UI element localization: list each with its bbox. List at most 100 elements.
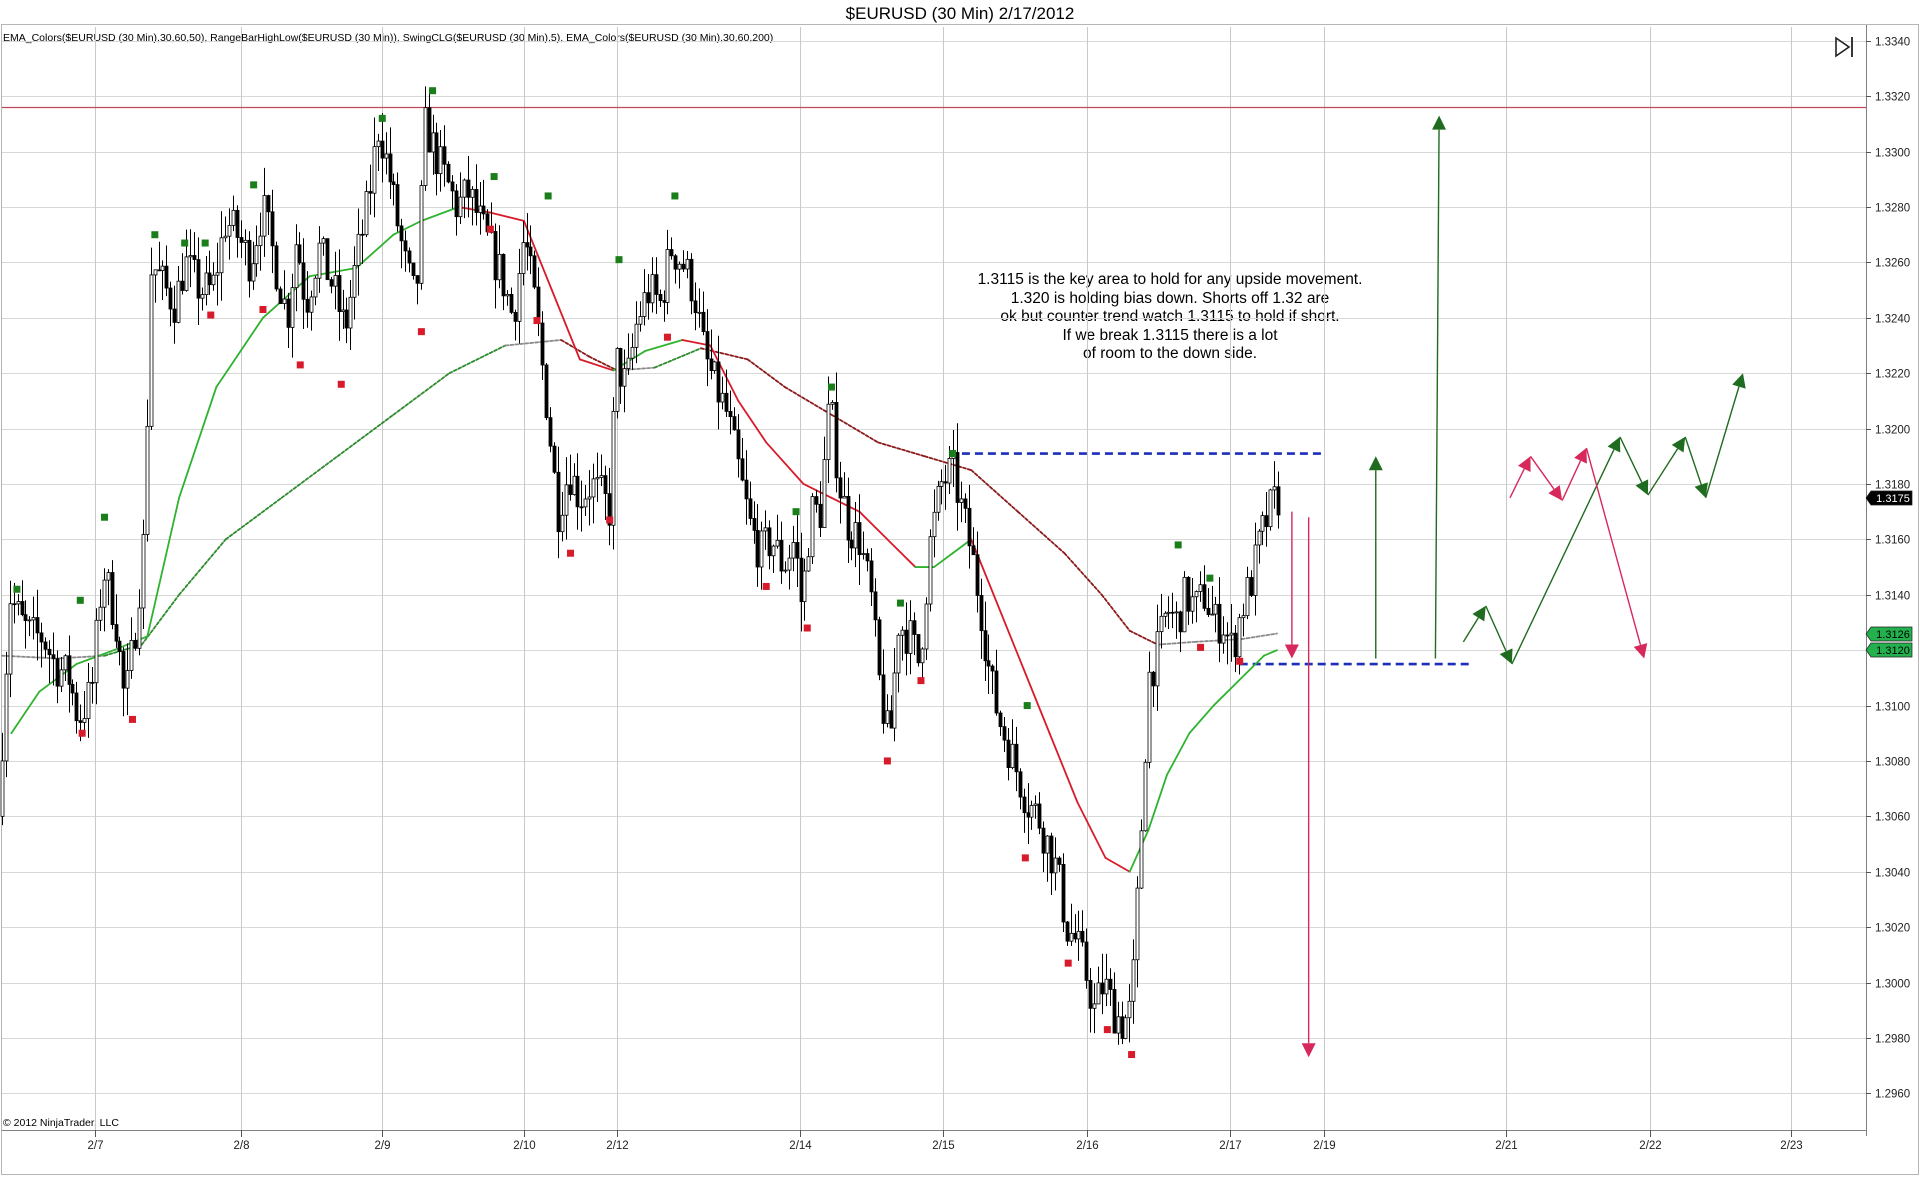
candle-body bbox=[814, 496, 819, 505]
candle-body bbox=[540, 322, 545, 366]
candle-body bbox=[1249, 577, 1254, 596]
candle-body bbox=[1190, 596, 1195, 612]
candle-body bbox=[775, 539, 780, 547]
candle-body bbox=[579, 506, 584, 509]
candle-body bbox=[1065, 921, 1070, 942]
candle-body bbox=[881, 674, 886, 724]
candle-body bbox=[278, 288, 283, 304]
swing-high-marker bbox=[792, 508, 800, 516]
candle-body bbox=[149, 274, 154, 427]
ema200-segment bbox=[280, 455, 339, 499]
swing-low-marker bbox=[259, 306, 267, 314]
ema50-segment bbox=[992, 593, 1023, 665]
candle-body bbox=[438, 146, 443, 175]
candle-body bbox=[1202, 584, 1207, 609]
candle-body bbox=[1213, 603, 1218, 615]
candle-body bbox=[434, 132, 439, 175]
candle-body bbox=[1143, 761, 1148, 832]
swing-high-marker bbox=[378, 114, 386, 122]
arrow-layer bbox=[1284, 115, 1746, 1058]
candle-body bbox=[560, 514, 565, 533]
swing-low-marker bbox=[128, 715, 136, 723]
candle-body bbox=[450, 181, 455, 192]
x-tick-label: 2/22 bbox=[1639, 1140, 1661, 1152]
candle-body bbox=[141, 534, 146, 609]
x-tick-label: 2/17 bbox=[1219, 1140, 1241, 1152]
candle-body bbox=[767, 527, 772, 557]
candle-body bbox=[411, 262, 416, 277]
candle-body bbox=[458, 196, 463, 218]
ema200-segment bbox=[1016, 510, 1066, 555]
candle-body bbox=[1233, 632, 1238, 658]
candle-body bbox=[364, 191, 369, 236]
arrow-line bbox=[1511, 449, 1615, 665]
candle-body bbox=[955, 452, 960, 503]
candle-body bbox=[114, 624, 119, 642]
swing-low-marker bbox=[1236, 657, 1244, 665]
price-chart[interactable]: 1.3340 1.3320 1.3300 1.3280 1.3260 1.3240 1.32… bbox=[0, 0, 1920, 1177]
candle-body bbox=[795, 542, 800, 559]
y-tick-label: 1.3160 bbox=[1875, 535, 1910, 547]
candle-body bbox=[196, 259, 201, 299]
candle-body bbox=[317, 242, 322, 279]
candle-body bbox=[900, 629, 905, 636]
candle-body bbox=[771, 545, 776, 557]
candle-body bbox=[200, 294, 205, 299]
candle-body bbox=[415, 275, 420, 284]
candle-body bbox=[442, 146, 447, 165]
candle-body bbox=[1198, 584, 1203, 592]
grid-layer bbox=[2, 27, 1866, 1130]
candle-body bbox=[779, 539, 784, 572]
candle-body bbox=[575, 475, 580, 508]
toolbar-layer[interactable] bbox=[1834, 36, 1854, 58]
x-tick-label: 2/16 bbox=[1076, 1140, 1098, 1152]
candle-body bbox=[157, 269, 162, 272]
candle-body bbox=[1139, 830, 1144, 889]
candle-body bbox=[791, 542, 796, 559]
candle-body bbox=[215, 272, 220, 276]
x-tick-label: 2/19 bbox=[1313, 1140, 1335, 1152]
candle-body bbox=[1108, 978, 1113, 990]
y-tick-label: 1.3340 bbox=[1875, 37, 1910, 49]
candle-body bbox=[1041, 827, 1046, 854]
swing-high-marker bbox=[949, 450, 957, 458]
candle-body bbox=[1010, 743, 1015, 769]
candle-body bbox=[63, 655, 68, 671]
y-tick-label: 1.3280 bbox=[1875, 203, 1910, 215]
level-layer bbox=[2, 106, 1866, 666]
candle-body bbox=[211, 274, 216, 286]
candle-body bbox=[235, 209, 240, 238]
swing-low-marker bbox=[803, 624, 811, 632]
candle-body bbox=[129, 640, 134, 671]
candle-body bbox=[301, 262, 306, 300]
candle-body bbox=[1049, 835, 1054, 874]
candle-body bbox=[1069, 932, 1074, 942]
candle-body bbox=[1033, 803, 1038, 806]
candle-body bbox=[1276, 486, 1281, 516]
arrow-line bbox=[1684, 436, 1702, 485]
collapse-panel-icon[interactable] bbox=[1834, 36, 1854, 58]
candle-body bbox=[697, 311, 702, 314]
candle-body bbox=[180, 280, 185, 291]
candle-body bbox=[857, 522, 862, 555]
x-tick-label: 2/21 bbox=[1495, 1140, 1517, 1152]
candle-body bbox=[740, 458, 745, 481]
swing-low-marker bbox=[337, 380, 345, 388]
candle-body bbox=[1257, 530, 1262, 546]
candle-body bbox=[877, 619, 882, 676]
candle-body bbox=[709, 358, 714, 371]
swing-low-marker bbox=[296, 361, 304, 369]
candle-body bbox=[654, 274, 659, 295]
candle-body bbox=[243, 239, 248, 243]
candle-body bbox=[1084, 941, 1089, 981]
candle-body bbox=[732, 416, 737, 431]
swing-low-marker bbox=[1197, 643, 1205, 651]
candle-body bbox=[59, 669, 64, 687]
arrow-line bbox=[1509, 468, 1525, 499]
candle-body bbox=[164, 265, 169, 289]
candle-body bbox=[826, 403, 831, 461]
candle-body bbox=[1006, 739, 1011, 769]
candle-body bbox=[239, 237, 244, 243]
candle-body bbox=[799, 557, 804, 603]
candle-body bbox=[427, 107, 432, 153]
